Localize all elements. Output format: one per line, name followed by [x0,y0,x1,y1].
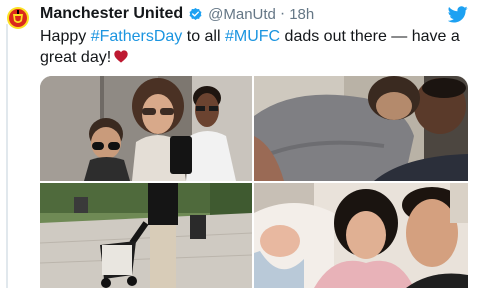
user-handle[interactable]: @ManUtd [208,6,276,23]
display-name[interactable]: Manchester United [40,5,183,23]
photo-graphic [254,76,468,181]
profile-avatar[interactable] [6,6,30,30]
photo-sleeping-child[interactable] [254,76,468,181]
photo-elevator-selfie[interactable] [40,76,252,181]
photo-park-stroller[interactable] [40,183,252,288]
tweet-text: Happy #FathersDay to all #MUFC dads out … [40,26,472,68]
verified-badge-icon [189,7,202,20]
hashtag-mufc[interactable]: #MUFC [225,28,280,45]
twitter-bird-icon[interactable] [448,6,468,23]
tweet-text-part: to all [182,28,225,45]
photo-hospital-newborn[interactable] [254,183,468,288]
red-heart-icon [114,50,128,63]
photo-graphic [40,76,252,181]
tweet-timestamp[interactable]: 18h [289,6,314,23]
photo-graphic [254,183,468,288]
club-crest-logo [7,7,29,29]
media-grid [40,76,468,288]
tweet-header: Manchester United @ManUtd · 18h [40,4,314,24]
photo-graphic [40,183,252,288]
hashtag-fathersday[interactable]: #FathersDay [91,28,183,45]
separator-dot: · [279,5,286,22]
thread-line [6,24,8,288]
tweet-text-part: Happy [40,28,91,45]
